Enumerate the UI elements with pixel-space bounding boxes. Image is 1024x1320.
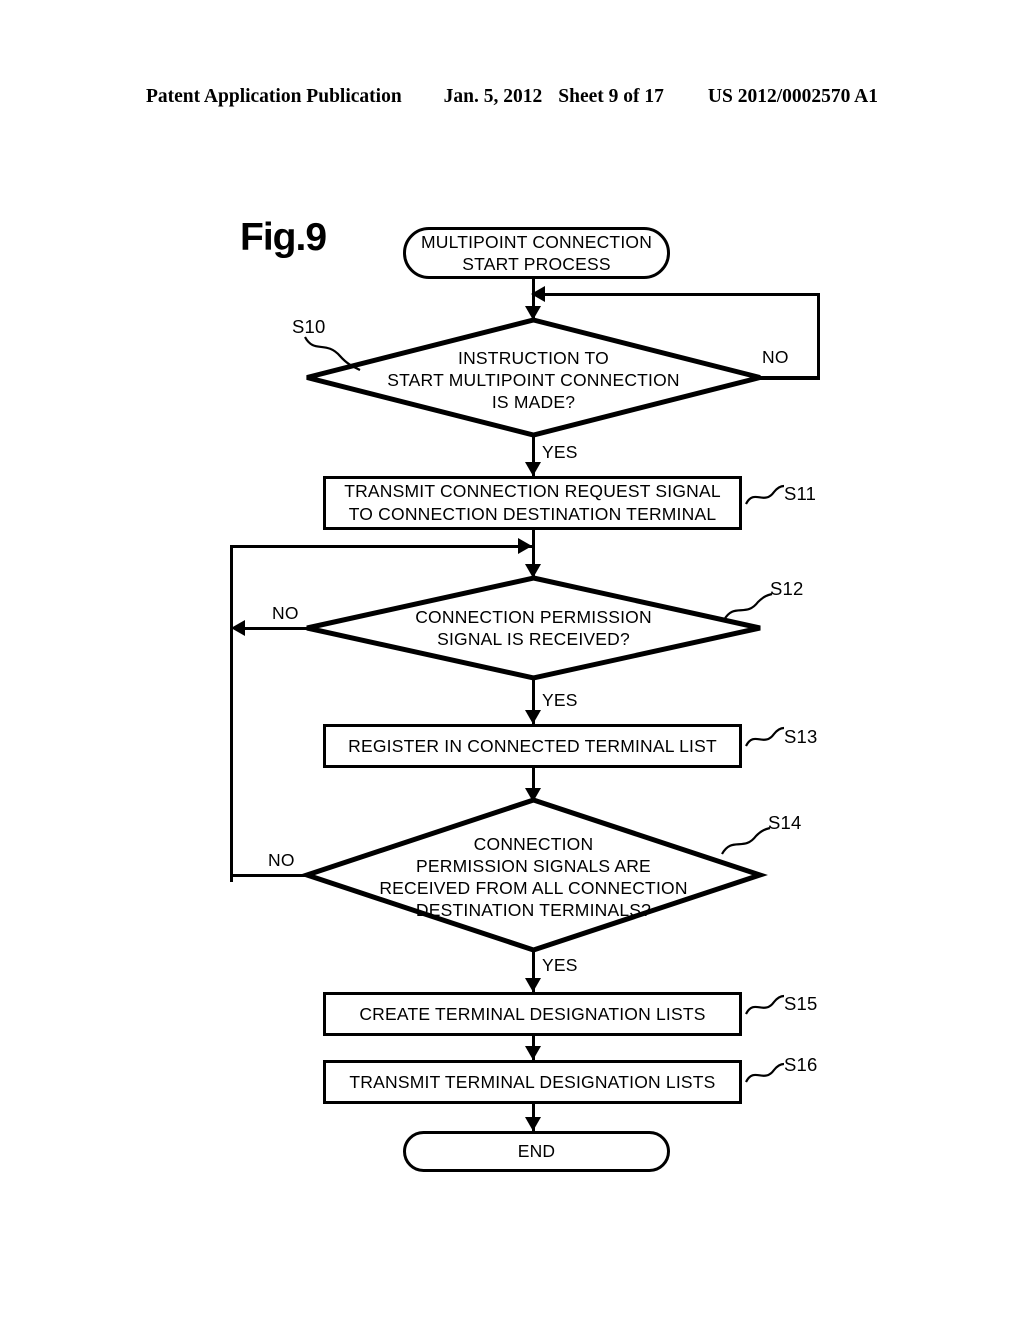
- process-s13: REGISTER IN CONNECTED TERMINAL LIST: [323, 724, 742, 768]
- leader-line-s13: [745, 726, 785, 747]
- connector-s12-no: [243, 626, 309, 630]
- leader-line-s10: [304, 336, 361, 371]
- process-s11-line1: TRANSMIT CONNECTION REQUEST SIGNAL: [344, 481, 721, 502]
- arrowhead-s12-no: [231, 620, 245, 636]
- process-s16: TRANSMIT TERMINAL DESIGNATION LISTS: [323, 1060, 742, 1104]
- header-patent-number: US 2012/0002570 A1: [707, 86, 879, 107]
- arrowhead-s12-yes-to-s13: [525, 710, 541, 724]
- connector-s10-no-return: [533, 292, 818, 296]
- decision-s14: CONNECTION PERMISSION SIGNALS ARE RECEIV…: [299, 797, 768, 953]
- start-terminator-text: MULTIPOINT CONNECTION START PROCESS: [421, 231, 652, 276]
- arrowhead-s14-yes-to-s15: [525, 978, 541, 992]
- end-terminator: END: [403, 1131, 670, 1172]
- process-s11: TRANSMIT CONNECTION REQUEST SIGNAL TO CO…: [323, 476, 742, 530]
- loopback-rail-vertical: [229, 546, 233, 882]
- loopback-rail-horizontal: [229, 544, 532, 548]
- decision-s14-line3: RECEIVED FROM ALL CONNECTION: [379, 878, 688, 898]
- decision-s12-line2: SIGNAL IS RECEIVED?: [437, 629, 630, 649]
- leader-line-s12: [723, 592, 773, 621]
- process-s15-line1: CREATE TERMINAL DESIGNATION LISTS: [359, 1003, 706, 1024]
- process-s13-line1: REGISTER IN CONNECTED TERMINAL LIST: [348, 735, 717, 756]
- header-sheet: Sheet 9 of 17: [558, 86, 664, 107]
- leader-line-s14: [721, 826, 771, 855]
- start-terminator-line1: MULTIPOINT CONNECTION: [420, 231, 653, 252]
- decision-s10-line3: IS MADE?: [491, 392, 576, 412]
- decision-s12: CONNECTION PERMISSION SIGNAL IS RECEIVED…: [306, 575, 761, 681]
- decision-s14-line4: DESTINATION TERMINALS?: [415, 900, 652, 920]
- process-s16-line1: TRANSMIT TERMINAL DESIGNATION LISTS: [349, 1071, 716, 1092]
- decision-s14-line2: PERMISSION SIGNALS ARE: [416, 856, 651, 876]
- start-terminator-line2: START PROCESS: [462, 254, 611, 274]
- connector-s14-no: [231, 873, 309, 877]
- branch-label-s14-no: NO: [268, 850, 295, 870]
- arrowhead-s15-to-s16: [525, 1046, 541, 1060]
- branch-label-s12-no: NO: [272, 603, 299, 623]
- arrowhead-loopback-return: [518, 538, 532, 554]
- arrowhead-s10-no-return: [531, 286, 545, 302]
- process-s11-line2: TO CONNECTION DESTINATION TERMINAL: [348, 504, 717, 524]
- leader-line-s15: [745, 994, 785, 1015]
- start-terminator: MULTIPOINT CONNECTION START PROCESS: [403, 227, 670, 279]
- publication-header: Patent Application Publication Jan. 5, 20…: [0, 86, 1024, 108]
- patent-figure-page: Patent Application Publication Jan. 5, 20…: [0, 0, 1024, 1320]
- branch-label-s14-yes: YES: [542, 955, 578, 975]
- branch-label-s12-yes: YES: [542, 690, 578, 710]
- leader-line-s11: [745, 484, 785, 505]
- process-s11-text: TRANSMIT CONNECTION REQUEST SIGNAL TO CO…: [344, 480, 721, 526]
- arrowhead-s10-yes-to-s11: [525, 462, 541, 476]
- decision-s14-line1: CONNECTION: [473, 834, 594, 854]
- process-s15: CREATE TERMINAL DESIGNATION LISTS: [323, 992, 742, 1036]
- header-date: Jan. 5, 2012: [443, 86, 543, 107]
- decision-s12-line1: CONNECTION PERMISSION: [415, 607, 652, 627]
- branch-label-s10-no: NO: [762, 347, 789, 367]
- figure-label: Fig.9: [240, 216, 327, 259]
- header-publication-title: Patent Application Publication: [145, 86, 402, 107]
- branch-label-s10-yes: YES: [542, 442, 578, 462]
- leader-line-s16: [745, 1062, 785, 1083]
- connector-s10-no-right: [760, 376, 820, 380]
- end-terminator-text: END: [517, 1141, 556, 1162]
- arrowhead-s16-to-end: [525, 1117, 541, 1131]
- connector-s10-no-up: [816, 293, 820, 379]
